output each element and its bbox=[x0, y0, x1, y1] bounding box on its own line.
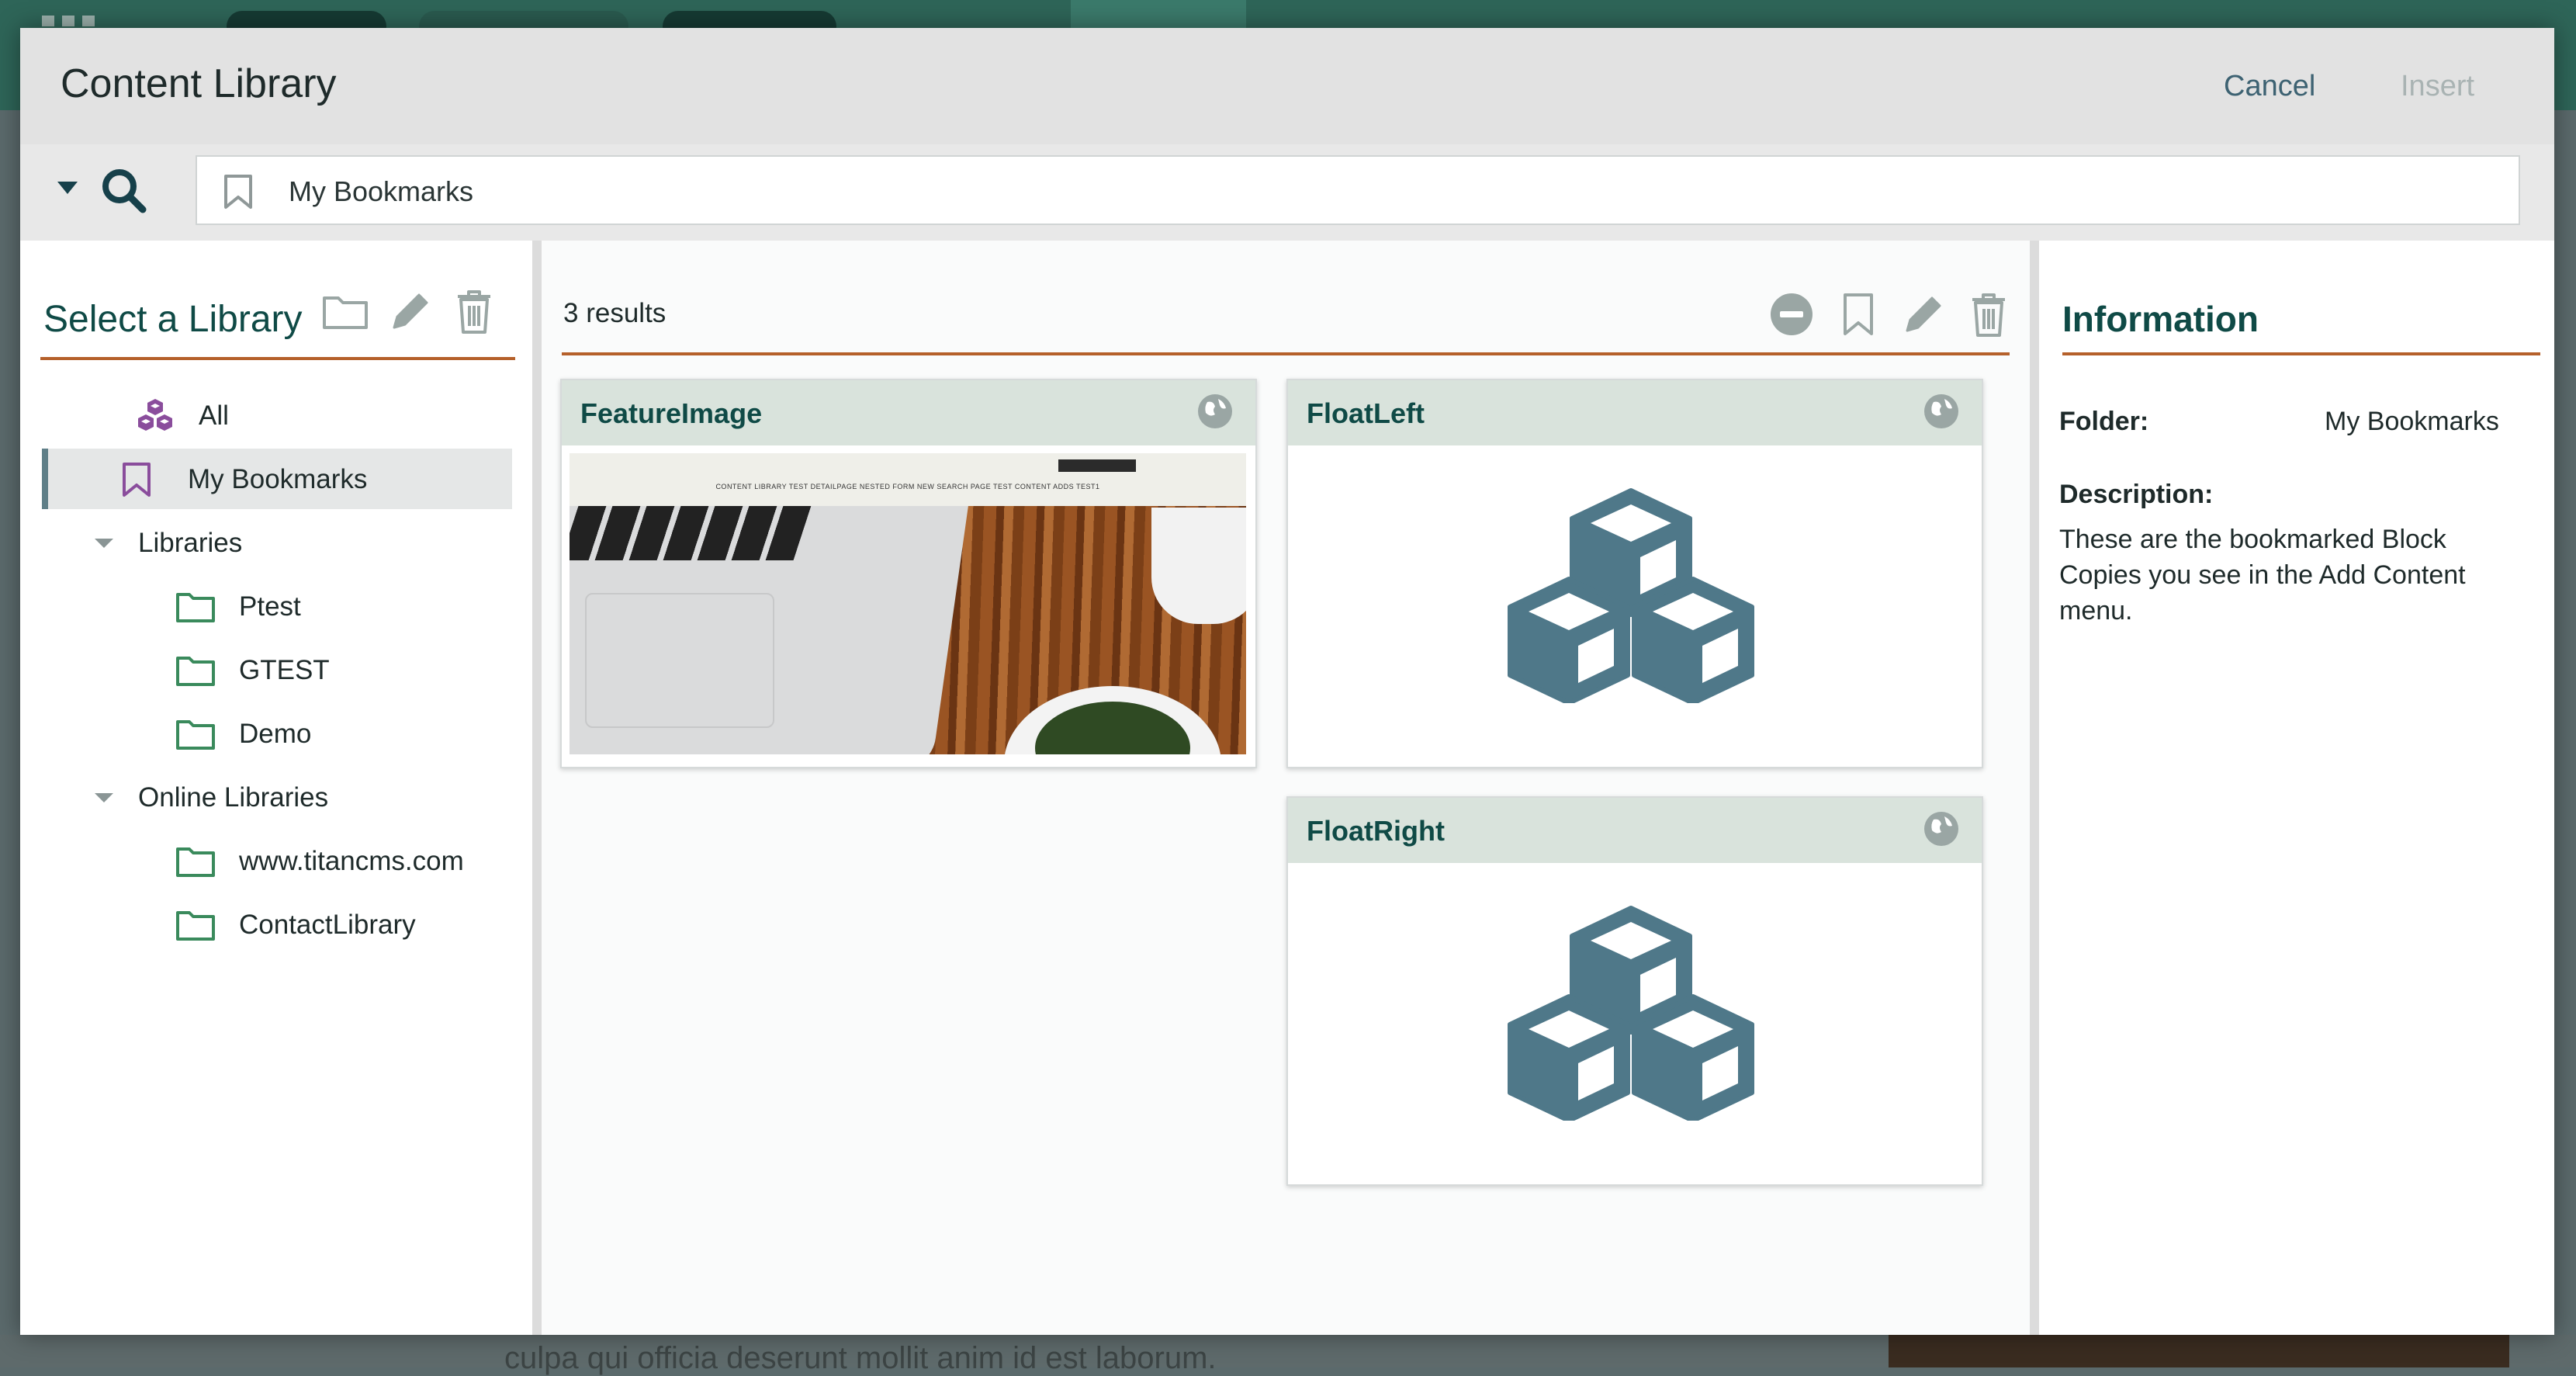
panel-divider-right[interactable] bbox=[2030, 241, 2039, 1335]
cubes-icon bbox=[138, 399, 172, 431]
caret-down-icon[interactable] bbox=[95, 793, 113, 802]
bookmark-icon[interactable] bbox=[1834, 290, 1882, 338]
results-count: 3 results bbox=[563, 298, 666, 329]
folder-label: Folder: bbox=[2059, 407, 2149, 436]
library-group-libraries[interactable]: Libraries bbox=[74, 512, 509, 573]
card-header: FeatureImage bbox=[562, 380, 1255, 445]
description-label: Description: bbox=[2059, 480, 2214, 509]
bookmark-icon bbox=[123, 463, 151, 497]
dialog-title: Content Library bbox=[61, 61, 337, 106]
folder-icon bbox=[176, 720, 215, 750]
search-input-value: My Bookmarks bbox=[289, 175, 474, 207]
folder-icon bbox=[176, 911, 215, 941]
cancel-button[interactable]: Cancel bbox=[2224, 70, 2315, 103]
thumbnail-site-header: CONTENT LIBRARY TEST DETAILPAGE NESTED F… bbox=[570, 453, 1246, 506]
insert-button[interactable]: Insert bbox=[2401, 70, 2474, 103]
information-title: Information bbox=[2062, 299, 2259, 339]
delete-trash-icon[interactable] bbox=[1965, 290, 2013, 338]
card-title: FeatureImage bbox=[580, 397, 763, 429]
globe-icon[interactable] bbox=[1923, 393, 1960, 430]
library-item-label: Demo bbox=[239, 719, 312, 749]
results-panel: 3 results FeatureImage CONTENT LIBRARY T… bbox=[542, 241, 2030, 1335]
library-item-label: Ptest bbox=[239, 591, 301, 622]
results-count-suffix: results bbox=[586, 298, 667, 328]
card-header: FloatLeft bbox=[1288, 380, 1982, 445]
folder-icon bbox=[176, 847, 215, 877]
search-input[interactable]: My Bookmarks bbox=[196, 155, 2520, 225]
edit-pencil-icon[interactable] bbox=[386, 287, 435, 335]
background-photo bbox=[1889, 1335, 2509, 1367]
results-count-number: 3 bbox=[563, 298, 579, 328]
folder-value: My Bookmarks bbox=[2325, 407, 2499, 436]
library-item-label: My Bookmarks bbox=[188, 464, 368, 494]
content-library-dialog: Content Library Cancel Insert My Bookmar… bbox=[20, 28, 2554, 1335]
library-item-my-bookmarks[interactable]: My Bookmarks bbox=[42, 449, 512, 509]
result-card-floatleft[interactable]: FloatLeft bbox=[1286, 379, 1983, 768]
dialog-header: Content Library Cancel Insert bbox=[20, 28, 2554, 144]
background-grid-icon bbox=[42, 16, 96, 26]
search-bar: My Bookmarks bbox=[20, 144, 2554, 241]
information-panel: Information Folder: My Bookmarks Descrip… bbox=[2039, 241, 2554, 1335]
library-item-label: ContactLibrary bbox=[239, 910, 416, 940]
card-title: FloatRight bbox=[1307, 815, 1445, 847]
card-title: FloatLeft bbox=[1307, 397, 1425, 429]
library-item-gtest[interactable]: GTEST bbox=[172, 639, 514, 700]
library-panel: Select a Library All My Bookmarks Librar… bbox=[20, 241, 532, 1335]
library-title-rule bbox=[40, 357, 515, 360]
library-item-contactlibrary[interactable]: ContactLibrary bbox=[172, 894, 514, 955]
result-card-floatright[interactable]: FloatRight bbox=[1286, 796, 1983, 1186]
library-item-all[interactable]: All bbox=[113, 385, 517, 445]
search-icon[interactable] bbox=[98, 165, 152, 219]
library-item-label: GTEST bbox=[239, 655, 330, 685]
result-card-featureimage[interactable]: FeatureImage CONTENT LIBRARY TEST DETAIL… bbox=[560, 379, 1257, 768]
library-item-ptest[interactable]: Ptest bbox=[172, 576, 514, 636]
library-group-label: Libraries bbox=[138, 528, 243, 558]
description-value: These are the bookmarked Block Copies yo… bbox=[2059, 525, 2466, 626]
card-thumbnail-image: CONTENT LIBRARY TEST DETAILPAGE NESTED F… bbox=[570, 453, 1246, 754]
remove-bookmark-icon[interactable] bbox=[1768, 290, 1816, 338]
thumbnail-site-nav: CONTENT LIBRARY TEST DETAILPAGE NESTED F… bbox=[715, 483, 1100, 490]
block-cubes-icon bbox=[1508, 488, 1754, 703]
information-rule bbox=[2062, 352, 2540, 355]
library-item-titancms[interactable]: www.titancms.com bbox=[172, 830, 514, 891]
background-footer-text: culpa qui officia deserunt mollit anim i… bbox=[504, 1341, 1217, 1375]
globe-icon[interactable] bbox=[1923, 810, 1960, 847]
caret-down-icon[interactable] bbox=[95, 539, 113, 548]
library-group-online-libraries[interactable]: Online Libraries bbox=[74, 767, 509, 827]
library-item-label: www.titancms.com bbox=[239, 846, 464, 876]
folder-icon bbox=[176, 593, 215, 622]
search-options-caret-icon[interactable] bbox=[57, 182, 78, 194]
library-panel-title: Select a Library bbox=[43, 299, 303, 340]
library-item-demo[interactable]: Demo bbox=[172, 703, 514, 764]
library-group-label: Online Libraries bbox=[138, 782, 329, 813]
card-header: FloatRight bbox=[1288, 798, 1982, 863]
delete-trash-icon[interactable] bbox=[450, 287, 498, 335]
panel-divider-left[interactable] bbox=[532, 241, 542, 1335]
library-item-label: All bbox=[199, 400, 229, 431]
bookmark-icon bbox=[224, 175, 252, 209]
folder-icon bbox=[176, 657, 215, 686]
edit-pencil-icon[interactable] bbox=[1899, 290, 1948, 338]
new-folder-icon[interactable] bbox=[321, 287, 369, 335]
globe-icon[interactable] bbox=[1196, 393, 1234, 430]
block-cubes-icon bbox=[1508, 906, 1754, 1121]
results-rule bbox=[562, 352, 2010, 355]
